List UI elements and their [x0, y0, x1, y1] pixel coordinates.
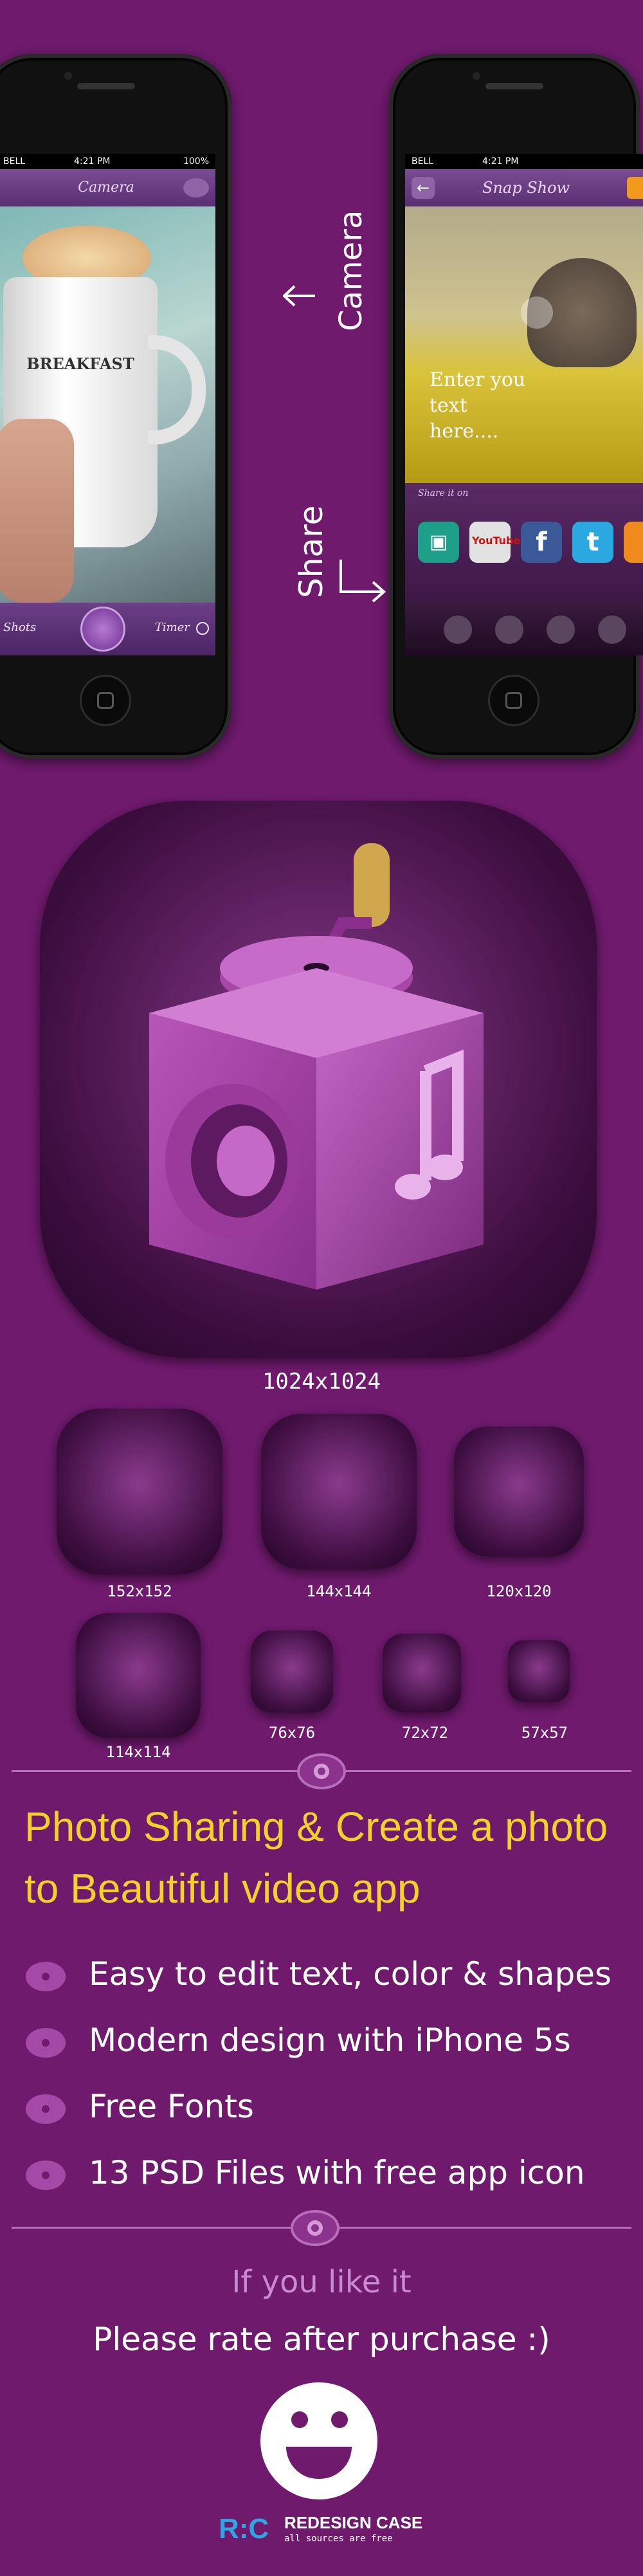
status-bar: BELL 4:21 PM: [405, 154, 643, 169]
youtube-icon[interactable]: YouTube: [469, 522, 521, 563]
size-label-76: 76x76: [268, 1724, 316, 1742]
headline-line-2: to Beautiful video app: [24, 1865, 421, 1912]
size-label-72: 72x72: [401, 1724, 449, 1742]
edit-toolbar: [405, 603, 643, 655]
if-you-like-text: If you like it: [231, 2264, 412, 2300]
music-box-camera-icon: [149, 843, 484, 1290]
speaker: [485, 83, 543, 89]
overlay-text[interactable]: Enter you text here....: [430, 367, 539, 444]
share-callout: Share: [293, 502, 395, 643]
camera-screen: BELL 4:21 PM 100% Camera BREAKFAST Shots…: [0, 154, 215, 655]
feature-eye-icon: [26, 2028, 66, 2058]
share-screen: BELL 4:21 PM ← Snap Show Enter you text …: [405, 154, 643, 655]
cloud-icon[interactable]: [183, 178, 209, 197]
camera-toolbar: Shots Timer: [0, 603, 215, 655]
camera-arrow-icon: [282, 196, 322, 338]
size-label-57: 57x57: [521, 1724, 568, 1742]
share-arrow-icon: [338, 560, 389, 620]
camera-callout-label: Camera: [333, 210, 369, 331]
size-label-1024: 1024x1024: [262, 1369, 381, 1394]
back-arrow-icon[interactable]: ←: [412, 177, 435, 199]
feature-eye-icon: [26, 1962, 66, 1991]
nav-bar: ← Snap Show: [405, 169, 643, 206]
app-icon-144: [261, 1414, 417, 1569]
scissors-icon[interactable]: [444, 616, 472, 644]
nav-title: Snap Show: [482, 179, 570, 197]
camera-preview: BREAKFAST: [0, 206, 215, 603]
mug-text: BREAKFAST: [26, 354, 134, 373]
feature-item: 13 PSD Files with free app icon: [89, 2154, 585, 2191]
status-carrier: BELL: [412, 156, 434, 167]
brush-icon[interactable]: [598, 616, 626, 644]
headline-line-1: Photo Sharing & Create a photo: [24, 1804, 608, 1850]
status-time: 4:21 PM: [74, 156, 111, 167]
nav-bar: Camera: [0, 169, 215, 206]
size-label-114: 114x114: [105, 1743, 171, 1761]
share-callout-label: Share: [293, 505, 330, 598]
app-icon-57: [508, 1640, 570, 1702]
app-icon-1024: [40, 801, 597, 1358]
page-root: { "left_phone": { "status_carrier": "BEL…: [0, 0, 643, 2576]
music-icon[interactable]: [495, 616, 523, 644]
clock-icon: [196, 622, 209, 635]
brand-logo-mark: R:C: [219, 2513, 269, 2544]
divider-eye-icon: [297, 1753, 346, 1789]
app-icon-72: [383, 1634, 461, 1712]
feature-eye-icon: [26, 2160, 66, 2190]
save-icon[interactable]: ▣: [418, 522, 459, 563]
facebook-icon[interactable]: f: [521, 522, 562, 563]
brand-logo: R:C REDESIGN CASE all sources are free: [219, 2513, 437, 2546]
brand-tagline: all sources are free: [284, 2534, 393, 2544]
timer-button[interactable]: Timer: [155, 621, 190, 634]
twitter-icon[interactable]: t: [572, 522, 613, 563]
app-icon-152: [57, 1409, 222, 1575]
share-icon[interactable]: [547, 616, 575, 644]
divider-eye-icon: [291, 2210, 340, 2246]
status-bar: BELL 4:21 PM 100%: [0, 154, 215, 169]
youtube-label: YouTube: [472, 534, 521, 547]
feature-eye-icon: [26, 2094, 66, 2124]
shots-button[interactable]: Shots: [3, 621, 36, 634]
left-phone: BELL 4:21 PM 100% Camera BREAKFAST Shots…: [0, 54, 231, 759]
play-icon[interactable]: [521, 297, 553, 329]
app-icon-120: [454, 1427, 584, 1557]
app-icon-76: [251, 1631, 333, 1713]
front-camera: [473, 72, 480, 80]
feature-item: Easy to edit text, color & shapes: [89, 1955, 612, 1993]
brand-name: REDESIGN CASE: [284, 2513, 423, 2532]
home-button[interactable]: [488, 675, 539, 726]
please-rate-text: Please rate after purchase :): [93, 2321, 550, 2358]
speaker: [77, 83, 135, 89]
more-share-icon[interactable]: [624, 522, 643, 563]
share-panel: Share it on ▣ YouTube f t: [405, 483, 643, 603]
app-icon-114: [76, 1613, 201, 1738]
right-phone: BELL 4:21 PM ← Snap Show Enter you text …: [389, 54, 643, 759]
camera-callout: Camera: [282, 196, 386, 357]
video-preview: Enter you text here....: [405, 206, 643, 483]
hand-image: [0, 419, 74, 603]
features-list: Easy to edit text, color & shapes Modern…: [0, 1955, 643, 2200]
status-battery: 100%: [183, 156, 209, 167]
feature-item: Free Fonts: [89, 2088, 254, 2125]
size-label-152: 152x152: [107, 1582, 172, 1600]
home-button[interactable]: [80, 675, 131, 726]
status-carrier: BELL: [3, 156, 26, 167]
size-label-120: 120x120: [486, 1582, 552, 1600]
mug-handle: [148, 335, 206, 444]
front-camera: [64, 72, 72, 80]
size-label-144: 144x144: [306, 1582, 372, 1600]
headline: Photo Sharing & Create a photo to Beauti…: [24, 1796, 629, 1919]
orange-action-icon[interactable]: [627, 177, 643, 199]
shutter-button[interactable]: [80, 607, 125, 652]
feature-item: Modern design with iPhone 5s: [89, 2022, 571, 2059]
status-time: 4:21 PM: [482, 156, 519, 167]
share-label: Share it on: [418, 488, 469, 498]
smiley-icon: [260, 2382, 377, 2499]
